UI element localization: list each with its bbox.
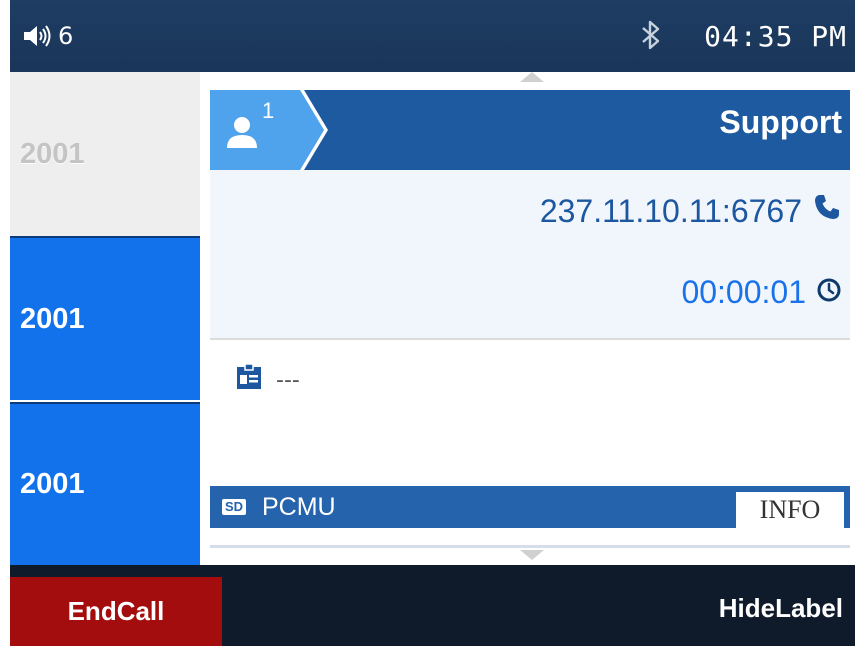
speaker-volume-icon: [22, 23, 52, 49]
participant-count: 1: [262, 98, 275, 123]
sd-badge: SD: [222, 499, 247, 515]
line-key-2[interactable]: 2001: [10, 236, 200, 400]
call-duration: 00:00:01: [681, 274, 806, 310]
call-note-row: ---: [234, 362, 300, 398]
volume-indicator: 6: [22, 22, 73, 50]
end-call-button[interactable]: EndCall: [10, 577, 222, 646]
call-address-row: 237.11.10.11:6767: [540, 192, 842, 230]
volume-level: 6: [58, 22, 74, 50]
end-call-label: EndCall: [67, 596, 165, 626]
call-address: 237.11.10.11:6767: [539, 192, 802, 229]
softkey-bar: EndCall HideLabel: [10, 565, 855, 646]
scroll-down-arrow-icon[interactable]: [520, 550, 544, 560]
status-bar: 6 04:35 PM: [10, 0, 855, 72]
line-key-3[interactable]: 2001: [10, 402, 200, 565]
contact-card-icon: [234, 362, 264, 398]
call-card[interactable]: 1 Support 237.11.10.11:6767 00:00:01 ---…: [210, 90, 850, 548]
call-note: ---: [276, 367, 300, 393]
info-button[interactable]: INFO: [736, 492, 844, 528]
phone-icon: [812, 192, 842, 230]
codec-label: PCMU: [262, 493, 336, 521]
contact-name: Support: [719, 104, 842, 140]
scroll-up-arrow-icon[interactable]: [520, 72, 544, 82]
call-duration-row: 00:00:01: [681, 274, 842, 311]
hide-label-button[interactable]: HideLabel: [719, 593, 843, 624]
bluetooth-icon: [640, 18, 662, 56]
line-key-label: 2001: [20, 137, 85, 170]
codec-bar: SD PCMU INFO: [210, 486, 850, 528]
call-panel: 1 Support 237.11.10.11:6767 00:00:01 ---…: [200, 72, 855, 565]
line-key-label: 2001: [20, 302, 85, 335]
contact-person-icon: [222, 112, 262, 156]
line-key-1[interactable]: 2001: [10, 72, 200, 236]
status-time: 04:35 PM: [704, 20, 847, 53]
call-info: 237.11.10.11:6767 00:00:01: [210, 170, 850, 340]
line-key-label: 2001: [20, 468, 85, 500]
info-button-label: INFO: [759, 495, 821, 524]
clock-icon: [816, 274, 842, 311]
line-sidebar: 2001 2001 2001: [10, 72, 200, 565]
call-card-header: 1 Support: [210, 90, 850, 170]
